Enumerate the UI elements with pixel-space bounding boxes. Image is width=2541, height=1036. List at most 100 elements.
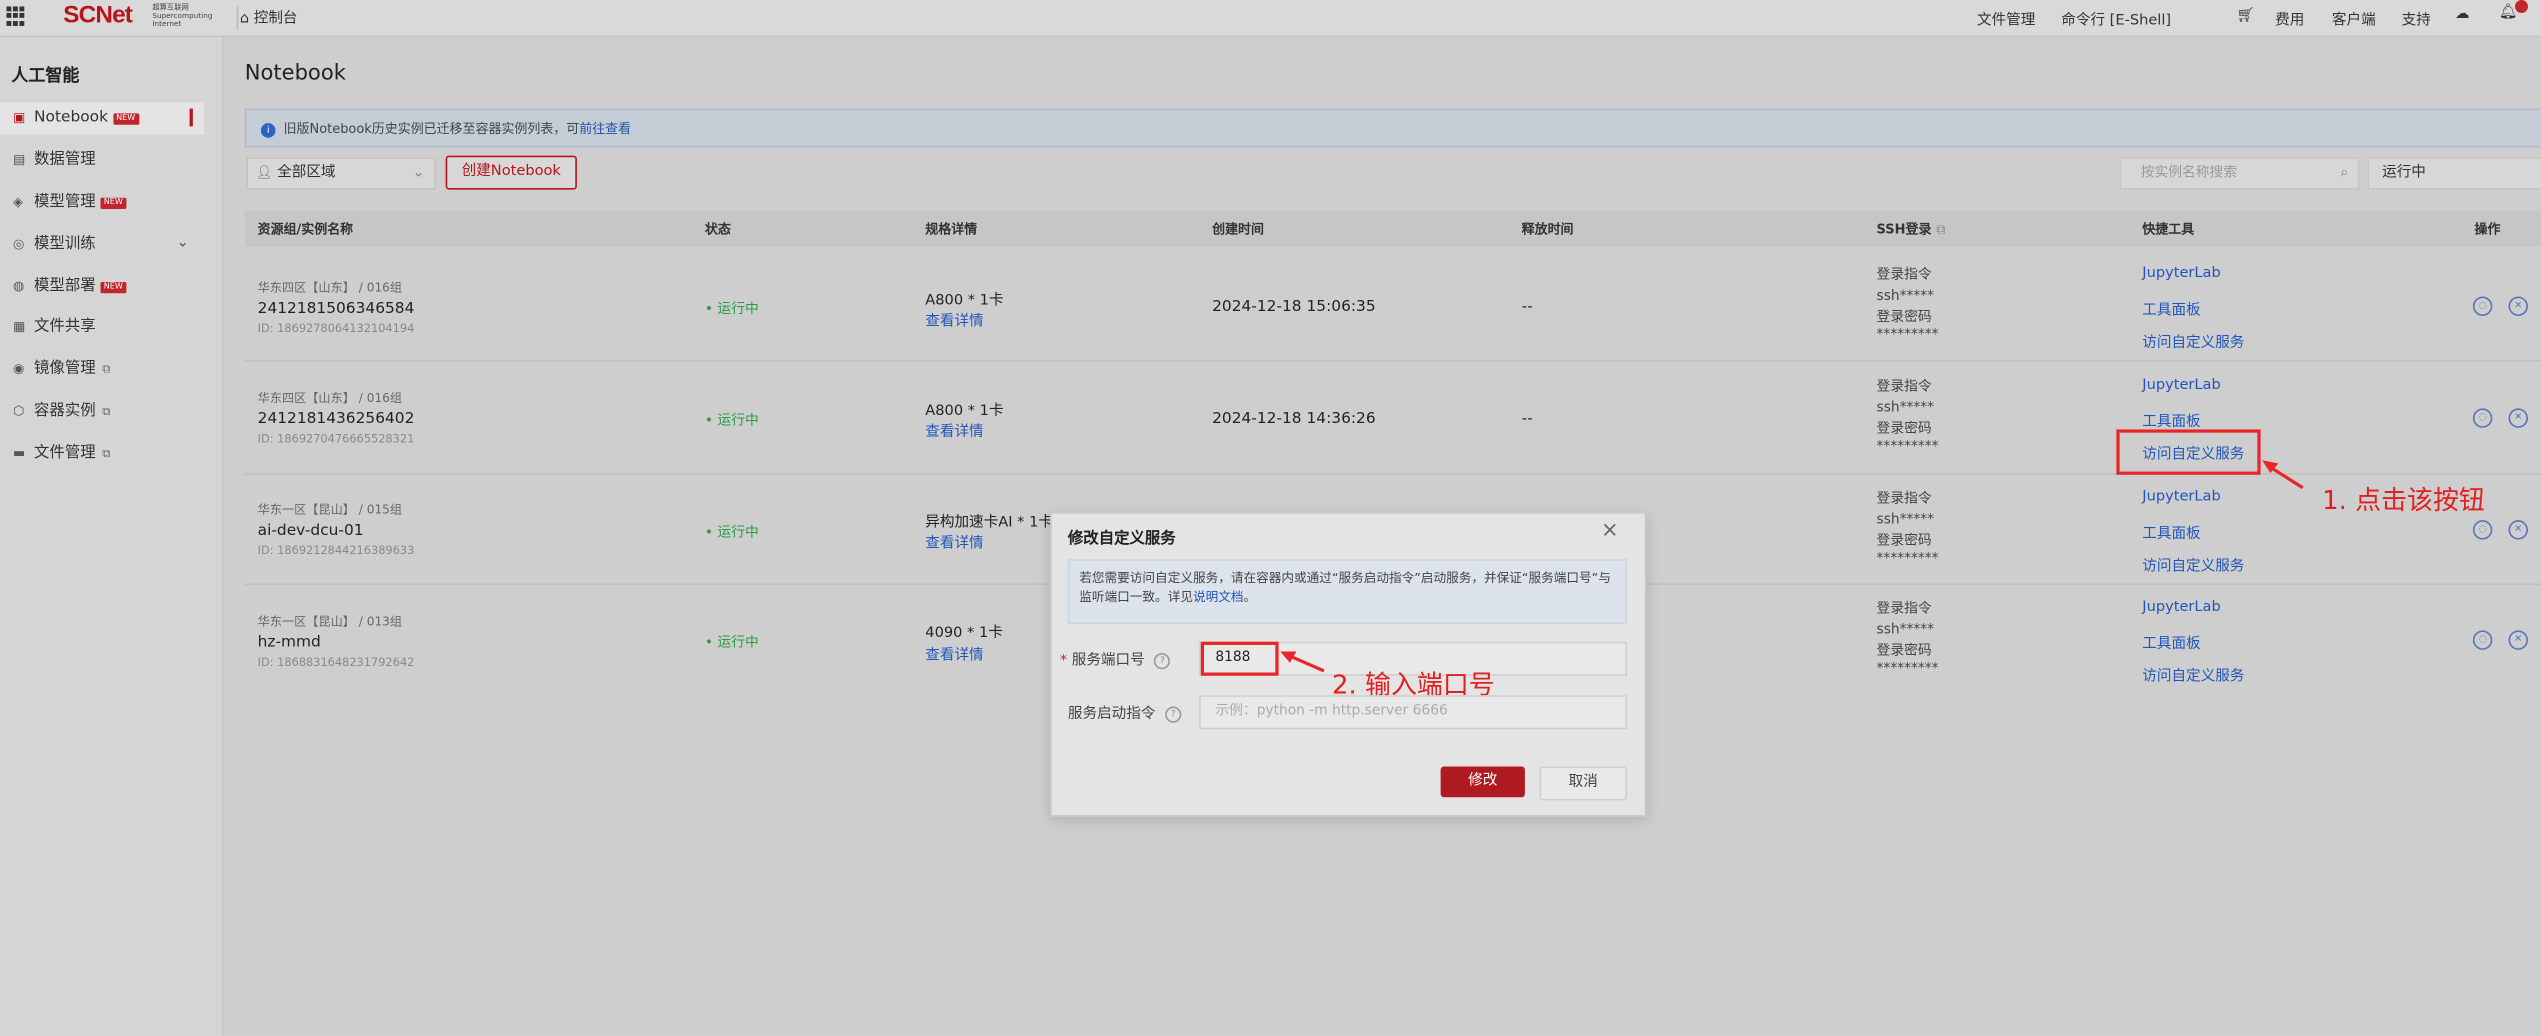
row1-jupyterlab-link[interactable]: JupyterLab [2142, 266, 2220, 282]
dialog-note: 若您需要访问自定义服务，请在容器内或通过“服务启动指令”启动服务，并保证“服务端… [1079, 570, 1611, 605]
create-notebook-button[interactable]: 创建Notebook [445, 155, 577, 190]
nav-eshell[interactable]: 命令行 [E-Shell] [2061, 8, 2171, 29]
row4-id: ID: 1868831648231792642 [257, 656, 415, 670]
row3-jupyterlab-link[interactable]: JupyterLab [2142, 489, 2220, 505]
row1-custom-service-link[interactable]: 访问自定义服务 [2142, 331, 2244, 351]
sidebar-item-deploy[interactable]: ◍ 模型部署 NEW [12, 272, 127, 301]
row1-group: 华东四区【山东】 / 016组 [257, 280, 403, 295]
row-divider [244, 359, 2541, 362]
external-link-icon: ⧉ [102, 405, 111, 419]
info-link[interactable]: 前往查看 [579, 122, 631, 137]
help-icon[interactable]: ? [1165, 706, 1182, 723]
search-input[interactable]: 按实例名称搜索 ⌕ [2119, 157, 2360, 190]
info-icon: i [260, 123, 276, 138]
cloud-download-icon[interactable]: ☁ [2455, 6, 2470, 22]
row2-stop-icon[interactable]: ◌ [2472, 408, 2493, 428]
status-select[interactable]: 运行中 [2367, 157, 2541, 190]
database-icon: ▤ [12, 152, 26, 167]
app-window: SCNet 超算互联网 Supercomputing Internet ⌂ 控制… [0, 0, 2541, 1036]
col-ssh: SSH登录 ⧉ [1876, 222, 1946, 237]
file-share-icon: ▦ [12, 319, 26, 334]
row3-custom-service-link[interactable]: 访问自定义服务 [2142, 554, 2244, 575]
col-tools: 快捷工具 [2142, 222, 2195, 237]
nav-fees[interactable]: 费用 [2275, 8, 2304, 29]
chevron-down-icon[interactable]: ⌄ [177, 235, 189, 251]
row2-delete-icon[interactable]: ✕ [2508, 408, 2528, 428]
port-label: * 服务端口号? [1060, 648, 1171, 670]
deploy-icon: ◍ [12, 278, 25, 294]
folder-icon: ▬ [12, 445, 26, 461]
row4-stop-icon[interactable]: ◌ [2472, 630, 2493, 650]
col-actions: 操作 [2474, 222, 2501, 237]
doc-link[interactable]: 说明文档 [1193, 590, 1244, 605]
row3-status: • 运行中 [704, 525, 759, 542]
row1-tools-panel-link[interactable]: 工具面板 [2142, 298, 2200, 319]
sidebar-item-training[interactable]: ◎ 模型训练 [13, 230, 96, 259]
new-badge: NEW [100, 281, 127, 294]
row2-detail-link[interactable]: 查看详情 [925, 420, 983, 441]
cart-icon[interactable]: 🛒︎ [2236, 8, 2255, 24]
row2-group: 华东四区【山东】 / 016组 [257, 390, 403, 406]
row1-delete-icon[interactable]: ✕ [2508, 296, 2528, 316]
row1-stop-icon[interactable]: ◌ [2472, 296, 2493, 316]
row4-custom-service-link[interactable]: 访问自定义服务 [2142, 664, 2244, 685]
image-icon: ◉ [12, 361, 25, 376]
region-select[interactable]: 👤︎ 全部区域 ⌄ [246, 157, 436, 190]
nav-support[interactable]: 支持 [2402, 8, 2431, 29]
confirm-button[interactable]: 修改 [1440, 766, 1525, 798]
divider [236, 6, 239, 30]
new-badge: NEW [100, 197, 127, 210]
cancel-button[interactable]: 取消 [1539, 766, 1627, 801]
sidebar-item-notebook[interactable]: ▣ Notebook NEW [13, 104, 139, 133]
annotation-highlight-box [1200, 641, 1279, 676]
row1-created: 2024-12-18 15:06:35 [1212, 298, 1376, 316]
row2-tools-panel-link[interactable]: 工具面板 [2142, 410, 2200, 431]
row4-detail-link[interactable]: 查看详情 [925, 643, 983, 664]
row4-delete-icon[interactable]: ✕ [2508, 630, 2528, 650]
row3-delete-icon[interactable]: ✕ [2508, 520, 2528, 540]
row3-stop-icon[interactable]: ◌ [2472, 520, 2493, 540]
console-label: 控制台 [253, 11, 298, 28]
model-icon: ◈ [12, 194, 23, 210]
nav-client[interactable]: 客户端 [2332, 8, 2376, 29]
sidebar-item-container[interactable]: ⬡ 容器实例 ⧉ [13, 397, 110, 426]
row2-ssh: 登录指令 ssh***** 登录密码 ********* [1876, 379, 1939, 456]
col-status: 状态 [704, 222, 731, 237]
external-link-icon: ⧉ [102, 447, 111, 461]
scnet-logo[interactable]: SCNet [63, 2, 133, 30]
col-created: 创建时间 [1212, 222, 1264, 237]
row2-created: 2024-12-18 14:36:26 [1212, 409, 1376, 428]
sidebar-active-indicator [189, 108, 193, 127]
row2-jupyterlab-link[interactable]: JupyterLab [2142, 378, 2220, 394]
cmd-input[interactable]: 示例：python -m http.server 6666 [1199, 695, 1627, 730]
row4-ssh: 登录指令 ssh***** 登录密码 ********* [1876, 601, 1939, 678]
sidebar-item-data[interactable]: ▤ 数据管理 [13, 146, 96, 175]
row3-spec: 异构加速卡AI * 1卡 [925, 515, 1053, 532]
container-icon: ⬡ [12, 403, 25, 419]
info-text: i 旧版Notebook历史实例已迁移至容器实例列表，可前往查看 [260, 120, 631, 138]
row4-tools-panel-link[interactable]: 工具面板 [2142, 632, 2200, 653]
row4-name: hz-mmd [257, 633, 321, 652]
user-icon: 👤︎ [256, 165, 273, 180]
notification-dot [2515, 0, 2528, 13]
row3-detail-link[interactable]: 查看详情 [925, 532, 983, 552]
nav-file-manage[interactable]: 文件管理 [1977, 8, 2035, 29]
help-icon[interactable]: ? [1154, 653, 1171, 670]
row1-detail-link[interactable]: 查看详情 [925, 310, 983, 330]
sidebar-item-model[interactable]: ◈ 模型管理 NEW [12, 188, 127, 217]
notebook-icon: ▣ [12, 110, 26, 125]
search-icon: ⌕ [2340, 165, 2349, 182]
row1-spec: A800 * 1卡 [925, 293, 1004, 310]
close-icon[interactable]: × [1601, 519, 1619, 543]
copy-icon[interactable]: ⧉ [1936, 222, 1945, 237]
app-grid-icon[interactable] [6, 6, 25, 26]
row4-jupyterlab-link[interactable]: JupyterLab [2142, 600, 2220, 616]
sidebar-item-file-share[interactable]: ▦ 文件共享 [13, 313, 96, 342]
row3-tools-panel-link[interactable]: 工具面板 [2142, 522, 2200, 543]
annotation-highlight-box [2116, 429, 2261, 475]
console-link[interactable]: ⌂ 控制台 [240, 6, 298, 27]
annotation-arrow-icon [1280, 651, 1325, 673]
sidebar-item-folder[interactable]: ▬ 文件管理 ⧉ [13, 439, 110, 468]
sidebar-item-image[interactable]: ◉ 镜像管理 ⧉ [13, 355, 110, 384]
training-icon: ◎ [12, 236, 25, 252]
